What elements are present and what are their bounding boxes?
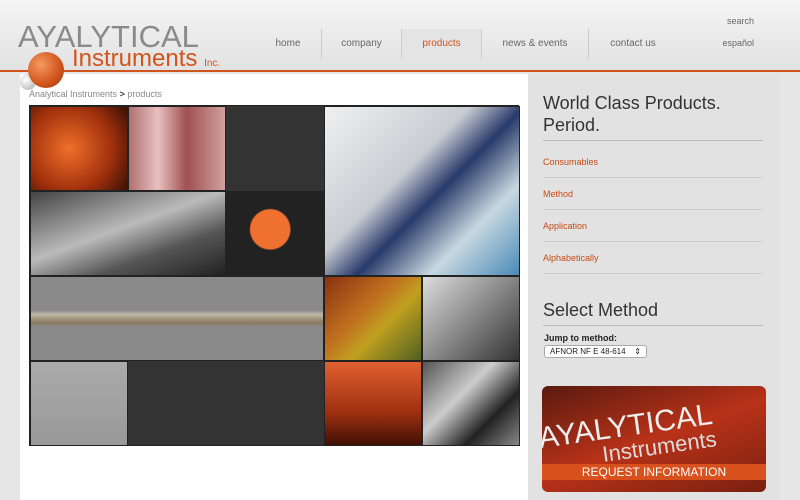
logo-instruments: Instruments xyxy=(72,45,198,72)
tile-orange-sphere[interactable] xyxy=(226,191,324,276)
tile-glassware[interactable] xyxy=(128,106,226,191)
language-link[interactable]: español xyxy=(722,38,754,48)
jump-label: Jump to method: xyxy=(544,333,617,343)
sidebar-title: World Class Products. Period. xyxy=(543,93,721,135)
divider xyxy=(543,325,763,326)
tile-glass-tube[interactable] xyxy=(30,191,226,276)
nav-company[interactable]: company xyxy=(322,29,402,59)
link-consumables[interactable]: Consumables xyxy=(543,157,763,178)
tile-spices-oil[interactable] xyxy=(324,276,422,361)
breadcrumb-current: products xyxy=(127,89,162,99)
link-method[interactable]: Method xyxy=(543,189,763,210)
tile-engine[interactable] xyxy=(422,361,520,446)
tile-orange-flask[interactable] xyxy=(30,106,128,191)
link-application[interactable]: Application xyxy=(543,221,763,242)
logo-subtext[interactable]: Instruments Inc. xyxy=(72,45,220,73)
nav-products[interactable]: products xyxy=(402,29,482,59)
select-method-title: Select Method xyxy=(543,300,659,320)
main-nav: home company products news & events cont… xyxy=(255,29,677,59)
header: AYALYTICAL Instruments Inc. home company… xyxy=(0,0,800,72)
tile-refinery[interactable] xyxy=(324,361,422,446)
select-arrows-icon: ⇕ xyxy=(634,347,641,356)
sidebar: World Class Products. Period. Consumable… xyxy=(528,74,780,500)
logo-inc: Inc. xyxy=(204,58,221,69)
breadcrumb-root[interactable]: Analytical Instruments xyxy=(29,89,117,99)
tile-spectrum-chart[interactable] xyxy=(30,361,128,446)
tile-instrument-detail[interactable] xyxy=(422,276,520,361)
tile-lab-instrument[interactable] xyxy=(324,106,520,276)
link-alphabetically[interactable]: Alphabetically xyxy=(543,253,763,274)
tile-long-tube[interactable] xyxy=(30,276,324,361)
nav-contact-us[interactable]: contact us xyxy=(589,29,677,59)
method-select-value: AFNOR NF E 48-614 xyxy=(550,347,626,356)
breadcrumb-separator: > xyxy=(119,89,125,99)
logo-sphere-icon xyxy=(28,52,64,88)
nav-news-events[interactable]: news & events xyxy=(482,29,589,59)
breadcrumb: Analytical Instruments > products xyxy=(29,89,162,99)
divider xyxy=(543,140,763,141)
request-info-banner[interactable]: AYALYTICAL Instruments REQUEST INFORMATI… xyxy=(542,386,766,492)
request-information-button[interactable]: REQUEST INFORMATION xyxy=(542,464,766,480)
nav-home[interactable]: home xyxy=(255,29,322,59)
search-link[interactable]: search xyxy=(727,16,754,26)
method-select[interactable]: AFNOR NF E 48-614 ⇕ xyxy=(544,345,647,358)
product-image-grid xyxy=(29,105,520,446)
